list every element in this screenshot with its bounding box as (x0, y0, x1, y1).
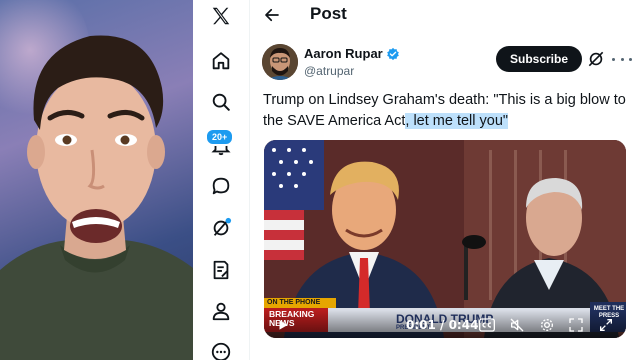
post-header: Post (250, 0, 640, 30)
author-name[interactable]: Aaron Rupar (304, 46, 400, 61)
webcam-panel (0, 0, 193, 360)
messages-icon[interactable] (207, 172, 235, 200)
verified-badge-icon (386, 47, 399, 60)
play-button[interactable] (276, 318, 290, 332)
page-title: Post (310, 4, 347, 23)
subscribe-button[interactable]: Subscribe (496, 46, 582, 72)
post-text: Trump on Lindsey Graham's death: "This i… (263, 90, 635, 132)
expand-button[interactable] (598, 317, 614, 333)
fullscreen-icon (569, 318, 583, 332)
streamer-image (0, 35, 193, 360)
mute-button[interactable] (509, 317, 525, 333)
home-icon[interactable] (207, 47, 235, 75)
more-options-icon[interactable] (612, 52, 632, 66)
search-icon[interactable] (207, 88, 235, 116)
video-time: 0:01 / 0:44 (406, 318, 479, 332)
more-icon[interactable] (207, 338, 235, 360)
x-logo-icon[interactable] (207, 2, 235, 30)
nav-rail (193, 0, 250, 360)
grok-icon[interactable] (207, 214, 235, 242)
fullscreen-button[interactable] (568, 317, 584, 333)
author-avatar[interactable] (262, 44, 298, 80)
captions-button[interactable] (479, 318, 495, 332)
notification-badge: 20+ (205, 128, 235, 146)
profile-icon[interactable] (207, 297, 235, 325)
post-column: Post Aaron Rupar @atrupar Subscribe Trum… (250, 0, 640, 360)
lists-icon[interactable] (207, 256, 235, 284)
grok-icon[interactable] (586, 49, 606, 69)
arrow-left-icon (265, 8, 279, 22)
chyron-phone: ON THE PHONE (267, 299, 321, 306)
captions-icon (479, 318, 495, 332)
video-frame (264, 140, 626, 338)
screen: 20+ Post Aaron Rupar @atrupar Subscribe … (0, 0, 640, 360)
back-button[interactable] (260, 3, 284, 27)
gear-icon (541, 319, 553, 331)
author-handle[interactable]: @atrupar (304, 64, 354, 78)
expand-icon (600, 319, 612, 331)
settings-button[interactable] (539, 317, 555, 333)
video-player[interactable] (264, 140, 626, 338)
muted-icon (510, 318, 524, 332)
play-icon (279, 320, 288, 330)
post-text-selected: , let me tell you" (405, 113, 509, 129)
